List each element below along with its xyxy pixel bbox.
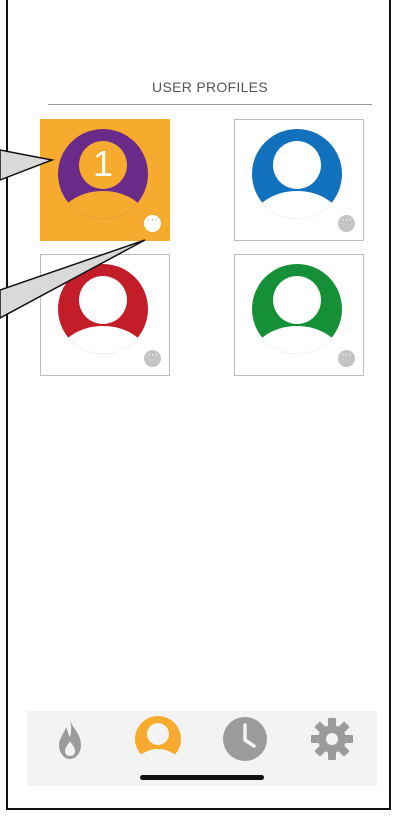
user-icon bbox=[135, 716, 181, 762]
profile-number: 1 bbox=[92, 143, 114, 184]
profile-tile-2[interactable]: 2 ··· bbox=[234, 119, 364, 241]
tab-settings[interactable] bbox=[308, 715, 356, 763]
profile-number: 3 bbox=[92, 278, 114, 319]
tab-flame[interactable] bbox=[46, 715, 94, 763]
profile-tile-1[interactable]: 1 ··· bbox=[40, 119, 170, 241]
more-options-icon[interactable]: ··· bbox=[338, 215, 355, 232]
profile-tile-3[interactable]: 3 ··· bbox=[40, 254, 170, 376]
clock-icon bbox=[223, 717, 267, 761]
home-indicator[interactable] bbox=[140, 775, 264, 780]
gear-icon bbox=[311, 718, 353, 760]
more-options-icon[interactable]: ··· bbox=[144, 215, 161, 232]
more-options-icon[interactable]: ··· bbox=[144, 350, 161, 367]
tab-profiles[interactable] bbox=[134, 715, 182, 763]
flame-icon bbox=[59, 719, 81, 759]
profile-tile-4[interactable]: 4 ··· bbox=[234, 254, 364, 376]
more-options-icon[interactable]: ··· bbox=[338, 350, 355, 367]
title-divider bbox=[48, 104, 372, 105]
tab-schedule[interactable] bbox=[221, 715, 269, 763]
page-title: USER PROFILES bbox=[152, 79, 268, 95]
profile-number: 2 bbox=[286, 143, 308, 184]
profile-number: 4 bbox=[286, 278, 308, 319]
